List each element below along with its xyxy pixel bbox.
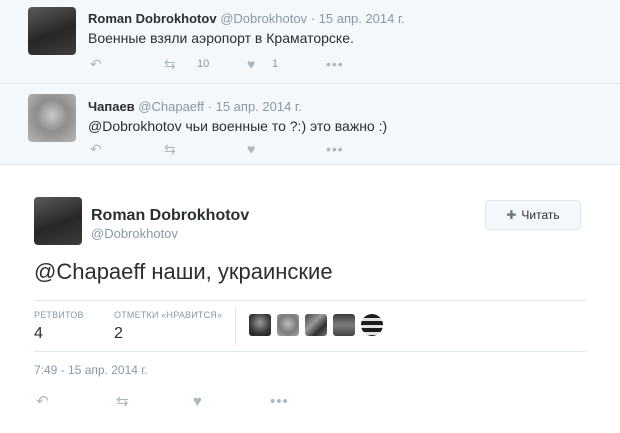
reply-icon[interactable]: ↶ — [36, 394, 49, 409]
retweets-count[interactable]: 4 — [34, 325, 43, 343]
retweet-icon[interactable]: ⇆ — [164, 57, 176, 71]
likes-label[interactable]: ОТМЕТКИ «НРАВИТСЯ» — [114, 310, 222, 320]
retweet-icon[interactable]: ⇆ — [116, 394, 129, 409]
liker-avatar[interactable] — [277, 314, 299, 336]
liker-avatar[interactable] — [361, 314, 383, 336]
liker-avatar[interactable] — [333, 314, 355, 336]
heart-icon[interactable]: ♥ — [193, 394, 202, 409]
author-handle[interactable]: @Dobrokhotov — [91, 226, 178, 241]
author-name[interactable]: Roman Dobrokhotov — [88, 11, 217, 26]
divider — [34, 300, 586, 301]
more-icon[interactable]: ••• — [326, 142, 344, 156]
reply-icon[interactable]: ↶ — [90, 142, 102, 156]
conversation-tweet-2[interactable]: Чапаев @Chapaeff · 15 апр. 2014 г. @Dobr… — [0, 84, 620, 165]
tweet-text: Военные взяли аэропорт в Краматорске. — [88, 30, 354, 46]
author-handle[interactable]: @Dobrokhotov — [220, 11, 307, 26]
tweet-date[interactable]: · 15 апр. 2014 г. — [208, 99, 302, 114]
tweet-date[interactable]: · 15 апр. 2014 г. — [311, 11, 405, 26]
liker-avatar[interactable] — [249, 314, 271, 336]
author-name[interactable]: Чапаев — [88, 99, 135, 114]
follow-label: Читать — [521, 208, 560, 222]
more-icon[interactable]: ••• — [270, 394, 289, 409]
likes-count[interactable]: 2 — [114, 325, 123, 343]
retweets-label[interactable]: РЕТВИТОВ — [34, 310, 84, 320]
tweet-header: Roman Dobrokhotov @Dobrokhotov · 15 апр.… — [88, 11, 405, 26]
conversation-tweet-1[interactable]: Roman Dobrokhotov @Dobrokhotov · 15 апр.… — [0, 0, 620, 84]
retweet-count: 10 — [197, 58, 210, 70]
add-user-icon: ✚ — [506, 208, 517, 222]
tweet-text: @Dobrokhotov чьи военные то ?:) это важн… — [88, 118, 388, 134]
author-handle[interactable]: @Chapaeff — [138, 99, 204, 114]
like-count: 1 — [272, 58, 279, 70]
heart-icon[interactable]: ♥ — [247, 142, 255, 156]
reply-icon[interactable]: ↶ — [90, 57, 102, 71]
divider — [235, 307, 236, 345]
avatar[interactable] — [28, 94, 76, 142]
avatar[interactable] — [34, 197, 82, 245]
liker-avatar[interactable] — [305, 314, 327, 336]
tweet-timestamp[interactable]: 7:49 - 15 апр. 2014 г. — [34, 363, 148, 377]
tweet-text: @Chapaeff наши, украинские — [34, 259, 333, 284]
follow-button[interactable]: ✚ Читать — [485, 200, 581, 230]
tweet-header: Чапаев @Chapaeff · 15 апр. 2014 г. — [88, 99, 302, 114]
divider — [34, 351, 586, 352]
heart-icon[interactable]: ♥ — [247, 57, 255, 71]
more-icon[interactable]: ••• — [326, 57, 344, 71]
retweet-icon[interactable]: ⇆ — [164, 142, 176, 156]
avatar[interactable] — [28, 7, 76, 55]
author-name[interactable]: Roman Dobrokhotov — [91, 207, 249, 225]
